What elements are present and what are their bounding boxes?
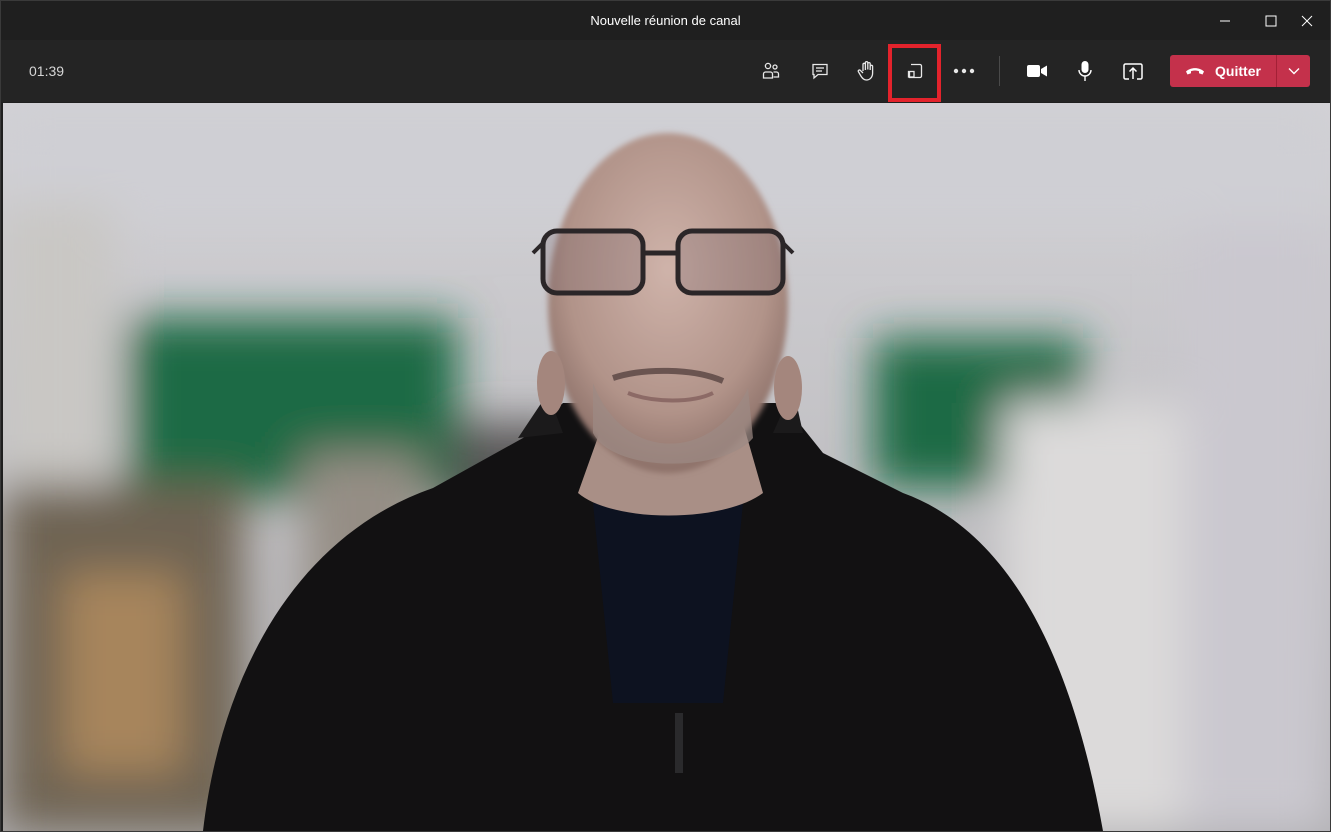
leave-label: Quitter [1215,63,1261,79]
camera-icon [1027,65,1047,77]
minimize-icon [1220,20,1230,21]
microphone-icon [1078,61,1092,81]
window-title: Nouvelle réunion de canal [590,13,741,28]
close-button[interactable] [1284,1,1330,40]
breakout-rooms-highlight [888,44,941,102]
minimize-button[interactable] [1202,1,1248,40]
call-timer: 01:39 [29,63,65,79]
camera-button[interactable] [1013,47,1061,95]
leave-button[interactable]: Quitter [1170,55,1276,87]
phone-hangup-icon [1186,68,1205,75]
meeting-toolbar: 01:39 Quitter [1,40,1330,102]
chat-icon [812,63,828,80]
title-bar: Nouvelle réunion de canal [1,1,1330,40]
share-icon [1123,63,1143,80]
leave-button-group: Quitter [1170,55,1310,87]
meeting-window: Nouvelle réunion de canal 01:39 Quitter [0,0,1331,832]
participants-button[interactable] [747,47,795,95]
raise-hand-icon [857,61,874,81]
raise-hand-button[interactable] [843,47,891,95]
more-actions-button[interactable] [940,47,988,95]
microphone-button[interactable] [1061,47,1109,95]
participant-video [3,103,1330,831]
share-screen-button[interactable] [1109,47,1157,95]
more-icon [953,68,975,74]
leave-options-dropdown[interactable] [1277,55,1310,87]
chat-button[interactable] [796,47,844,95]
maximize-icon [1265,15,1277,26]
chevron-down-icon [1288,68,1299,75]
toolbar-divider [999,56,1000,86]
participants-icon [762,62,780,79]
close-icon [1301,15,1313,26]
participant-camera-feed [3,103,1330,831]
